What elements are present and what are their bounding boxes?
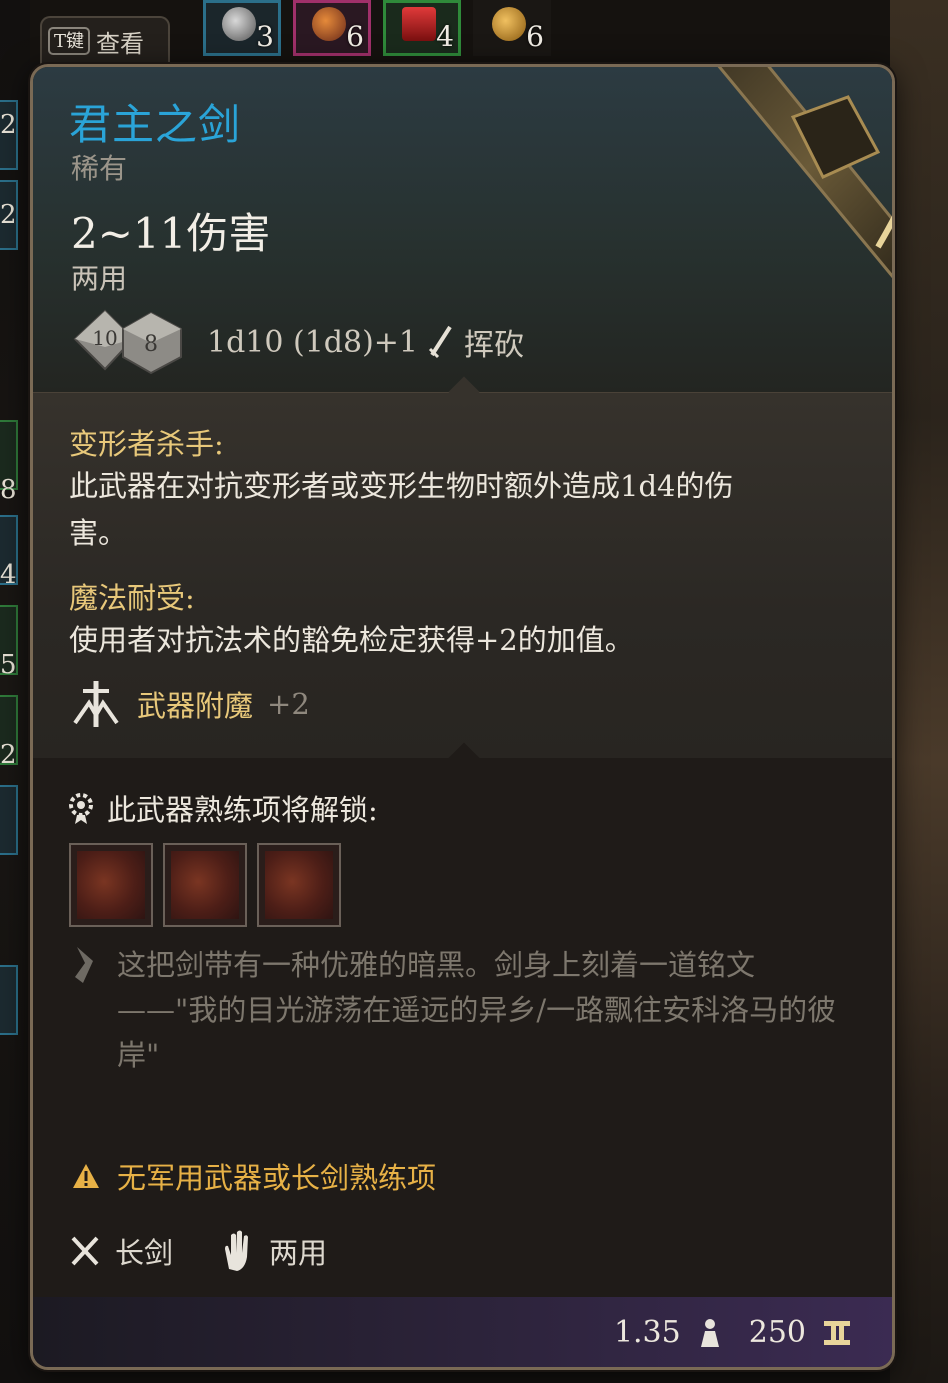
item-value: 250 [748,1315,806,1350]
warning-icon [73,1164,99,1188]
left-slot[interactable] [0,965,18,1035]
damage-range: 2~11伤害 [71,209,271,258]
quick-slot[interactable]: 4 [383,0,461,56]
left-slot-count: 2 [0,740,17,770]
lore-text: 这把剑带有一种优雅的暗黑。剑身上刻着一道铭文——"我的目光游荡在遥远的异乡/一路… [117,948,837,1072]
property-name: 变形者杀手: [69,427,224,461]
left-slot-count: 2 [0,110,17,140]
crossed-swords-icon [71,1236,99,1266]
left-slot-count: 5 [0,650,17,680]
sword-icon [717,67,892,279]
weight-icon [700,1318,719,1347]
handedness: 两用 [71,262,128,295]
gear-badge-icon [69,793,93,824]
property-name: 魔法耐受: [69,581,195,615]
item-name: 君主之剑 [69,100,242,149]
pommel-strike-icon[interactable] [69,843,153,927]
proficiency-unlock: 此武器熟练项将解锁: [67,787,378,829]
damage-type: 挥砍 [464,328,525,363]
quick-slot[interactable]: 3 [203,0,281,56]
proficiency-unlock-label: 此武器熟练项将解锁: [107,793,378,827]
enchantment-value: +2 [267,687,310,721]
dice-formula: 1d10 (1d8)+1 [207,324,419,360]
quick-slot[interactable]: 6 [473,0,551,56]
keybind-badge: T键 [48,27,91,55]
property-magic-resistance: 魔法耐受: 使用者对抗法术的豁免检定获得+2的加值。 [69,575,789,664]
left-slot-count: 2 [0,200,17,230]
proficiency-warning: 无军用武器或长剑熟练项 [71,1155,436,1197]
dice-icon: 10 8 [73,309,182,375]
hand-icon [225,1230,249,1271]
damage-dice-row: 10 8 1d10 (1d8)+1 挥砍 [71,307,524,377]
item-stats: 1.35 250 [614,1315,852,1350]
gold-icon [824,1320,850,1345]
property-shapechanger: 变形者杀手: 此武器在对抗变形者或变形生物时额外造成1d4的伤害。 [69,421,789,557]
lore-block: 这把剑带有一种优雅的暗黑。剑身上刻着一道铭文——"我的目光游荡在遥远的异乡/一路… [69,943,852,1078]
item-rarity: 稀有 [71,152,128,185]
enchantment-icon [73,681,119,727]
warning-text: 无军用武器或长剑熟练项 [117,1161,437,1195]
scene-background [890,0,948,1383]
grenade-icon [492,7,526,41]
left-slot-count: 4 [0,560,17,590]
weapon-enchantment: 武器附魔 +2 [69,677,310,731]
left-slot-count: 8 [0,475,17,505]
left-slot[interactable] [0,785,18,855]
red-vial-icon [402,7,436,41]
slot-count: 3 [256,20,274,53]
property-desc: 此武器在对抗变形者或变形生物时额外造成1d4的伤害。 [69,469,734,550]
slot-count: 6 [526,20,544,53]
flourish-icon[interactable] [163,843,247,927]
weapon-type: 长剑 [115,1236,174,1270]
quick-slot[interactable]: 6 [293,0,371,56]
grip-type: 两用 [269,1236,328,1270]
slot-count: 6 [346,20,364,53]
enchantment-name: 武器附魔 [137,689,254,723]
die-d8-label: 8 [144,332,158,357]
quill-icon [75,947,93,983]
lacerate-icon[interactable] [257,843,341,927]
potion-flask-icon [222,7,256,41]
item-tooltip: 君主之剑 稀有 2~11伤害 两用 10 8 1d10 (1d8)+1 挥砍 变… [30,64,895,1370]
elixir-bottle-icon [312,7,346,41]
look-key-tab[interactable]: T键 查看 [40,16,170,64]
item-weight: 1.35 [613,1315,681,1350]
weapon-actions [69,843,341,927]
weapon-tags: 长剑 两用 [69,1229,327,1273]
look-label: 查看 [96,29,145,58]
slash-icon [428,325,452,359]
slot-count: 4 [436,20,454,53]
property-desc: 使用者对抗法术的豁免检定获得+2的加值。 [69,623,634,657]
die-d10-label: 10 [92,326,117,350]
